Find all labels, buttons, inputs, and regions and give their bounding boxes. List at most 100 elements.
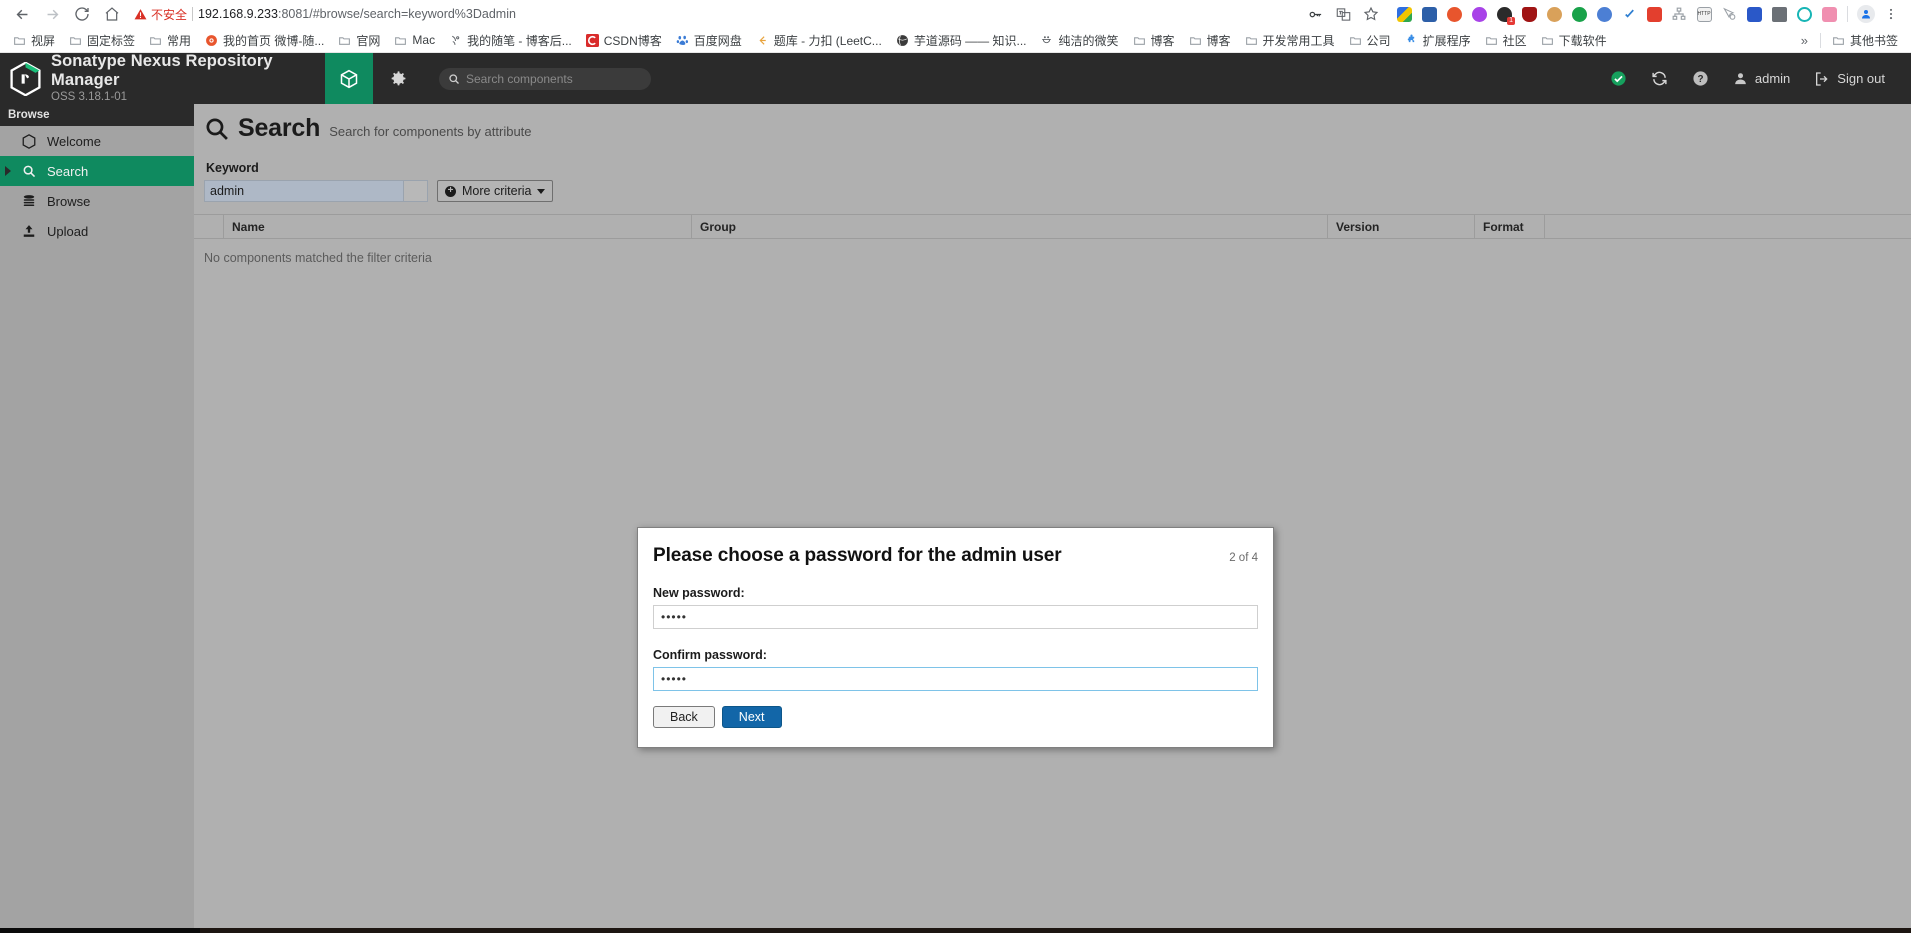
user-menu[interactable]: admin — [1721, 71, 1802, 86]
url-text[interactable]: 192.168.9.233:8081/#browse/search=keywor… — [198, 7, 516, 21]
ext-icon-cursor-block[interactable] — [1717, 2, 1741, 26]
bookmark-item[interactable]: 我的首页 微博-随... — [198, 30, 331, 51]
reload-icon[interactable] — [68, 2, 96, 26]
folder-icon — [1189, 34, 1202, 47]
bookmark-item[interactable]: 百度网盘 — [669, 30, 749, 51]
more-criteria-label: More criteria — [462, 184, 532, 198]
confirm-password-label: Confirm password: — [653, 648, 767, 662]
table-col-group[interactable]: Group — [692, 215, 1328, 238]
key-icon[interactable] — [1302, 2, 1328, 26]
bookmark-item[interactable]: 题库 - 力扣 (LeetC... — [749, 30, 889, 51]
other-bookmarks-label: 其他书签 — [1849, 33, 1898, 48]
health-check-icon[interactable] — [1598, 70, 1639, 87]
search-icon — [206, 118, 228, 140]
ext-icon-ublock[interactable] — [1517, 2, 1541, 26]
bookmark-item[interactable]: 常用 — [142, 30, 198, 51]
sidebar-section-title: Browse — [0, 104, 194, 126]
page-subtitle: Search for components by attribute — [329, 124, 532, 139]
ext-icon-cookie[interactable] — [1542, 2, 1566, 26]
folder-icon — [1133, 34, 1146, 47]
ext-icon-dark-badge[interactable]: 1 — [1492, 2, 1516, 26]
next-button[interactable]: Next — [721, 706, 782, 728]
bookmark-item[interactable]: Mac — [387, 31, 442, 49]
other-bookmarks-button[interactable]: 其他书签 — [1825, 30, 1905, 51]
sidebar-item-upload[interactable]: Upload — [0, 216, 194, 246]
bookmark-item[interactable]: 视屏 — [6, 30, 62, 51]
new-password-input[interactable] — [653, 605, 1258, 629]
profile-avatar-icon[interactable] — [1854, 2, 1878, 26]
ext-icon-qr[interactable] — [1742, 2, 1766, 26]
sidebar-item-welcome[interactable]: Welcome — [0, 126, 194, 156]
ext-icon-red-speech[interactable] — [1642, 2, 1666, 26]
folder-icon — [149, 34, 162, 47]
sign-out-button[interactable]: Sign out — [1802, 71, 1897, 87]
ext-icon-purple[interactable] — [1467, 2, 1491, 26]
back-icon[interactable] — [8, 2, 36, 26]
bookmark-item[interactable]: 博客 — [1182, 30, 1238, 51]
bookmark-item[interactable]: 社区 — [1478, 30, 1534, 51]
plus-circle-icon: + — [445, 185, 456, 197]
bookmark-item[interactable]: 我的随笔 - 博客后... — [442, 30, 579, 51]
user-label: admin — [1754, 71, 1791, 86]
browse-tab[interactable] — [325, 53, 373, 104]
nexus-brand[interactable]: Sonatype Nexus Repository Manager OSS 3.… — [0, 52, 325, 105]
bookmark-item[interactable]: 芋道源码 —— 知识... — [889, 30, 1034, 51]
active-caret-icon — [5, 166, 11, 176]
admin-tab[interactable] — [373, 53, 421, 104]
sidebar-item-search[interactable]: Search — [0, 156, 194, 186]
ext-icon-pink-tv[interactable] — [1817, 2, 1841, 26]
help-icon[interactable]: ? — [1680, 70, 1721, 87]
ext-icon-yandex[interactable] — [1592, 2, 1616, 26]
forward-icon[interactable] — [38, 2, 66, 26]
bookmark-item[interactable]: 固定标签 — [62, 30, 142, 51]
bookmark-label: CSDN博客 — [603, 33, 662, 48]
refresh-icon[interactable] — [1639, 70, 1680, 87]
omnibox-divider — [192, 7, 194, 21]
bookmark-item[interactable]: 博客 — [1126, 30, 1182, 51]
back-button[interactable]: Back — [653, 706, 715, 728]
table-col-name[interactable]: Name — [224, 215, 692, 238]
ext-icon-weibo[interactable] — [1442, 2, 1466, 26]
kebab-menu-icon[interactable] — [1879, 2, 1903, 26]
bookmark-item[interactable]: 纯洁的微笑 — [1033, 30, 1125, 51]
folder-icon — [1541, 34, 1554, 47]
table-col-extra — [1545, 215, 1911, 238]
ext-icon-monitor[interactable] — [1767, 2, 1791, 26]
ext-icon-c-green[interactable] — [1567, 2, 1591, 26]
ext-icon-t-circle[interactable] — [1792, 2, 1816, 26]
bookmark-item[interactable]: 公司 — [1342, 30, 1398, 51]
leetcode-icon — [756, 34, 769, 47]
security-status[interactable]: 不安全 — [134, 6, 187, 23]
bookmark-label: 官网 — [356, 33, 381, 48]
home-icon[interactable] — [98, 2, 126, 26]
search-placeholder: Search components — [466, 71, 573, 86]
confirm-password-input[interactable] — [653, 667, 1258, 691]
folder-icon — [338, 34, 351, 47]
sidebar-item-browse[interactable]: Browse — [0, 186, 194, 216]
ext-icon-http[interactable]: HTTP — [1692, 2, 1716, 26]
bookmark-item[interactable]: 下载软件 — [1534, 30, 1614, 51]
sidebar: Browse Welcome Search Browse Upload — [0, 104, 194, 928]
ext-icon-blue-check[interactable] — [1617, 2, 1641, 26]
bookmark-item[interactable]: 官网 — [331, 30, 387, 51]
address-bar[interactable]: 不安全 192.168.9.233:8081/#browse/search=ke… — [134, 3, 1300, 25]
search-components-input[interactable]: Search components — [439, 67, 651, 90]
database-icon — [21, 194, 36, 208]
ext-icon-fe[interactable] — [1417, 2, 1441, 26]
ext-icon-sitemap[interactable] — [1667, 2, 1691, 26]
bookmark-item[interactable]: CSDN博客 — [579, 30, 669, 51]
bookmark-item[interactable]: 开发常用工具 — [1238, 30, 1342, 51]
star-icon[interactable] — [1358, 2, 1384, 26]
bookmark-item[interactable]: 扩展程序 — [1398, 30, 1478, 51]
keyword-input[interactable] — [204, 180, 404, 202]
more-criteria-button[interactable]: + More criteria — [437, 180, 554, 202]
table-col-format[interactable]: Format — [1475, 215, 1545, 238]
folder-icon — [13, 34, 26, 47]
bookmark-label: 固定标签 — [87, 33, 136, 48]
translate-icon[interactable] — [1330, 2, 1356, 26]
new-password-label: New password: — [653, 586, 745, 600]
browser-nav-bar: 不安全 192.168.9.233:8081/#browse/search=ke… — [0, 0, 1911, 28]
table-col-version[interactable]: Version — [1328, 215, 1475, 238]
bookmarks-overflow-button[interactable]: » — [1793, 31, 1816, 50]
ext-icon-zhihu[interactable] — [1392, 2, 1416, 26]
